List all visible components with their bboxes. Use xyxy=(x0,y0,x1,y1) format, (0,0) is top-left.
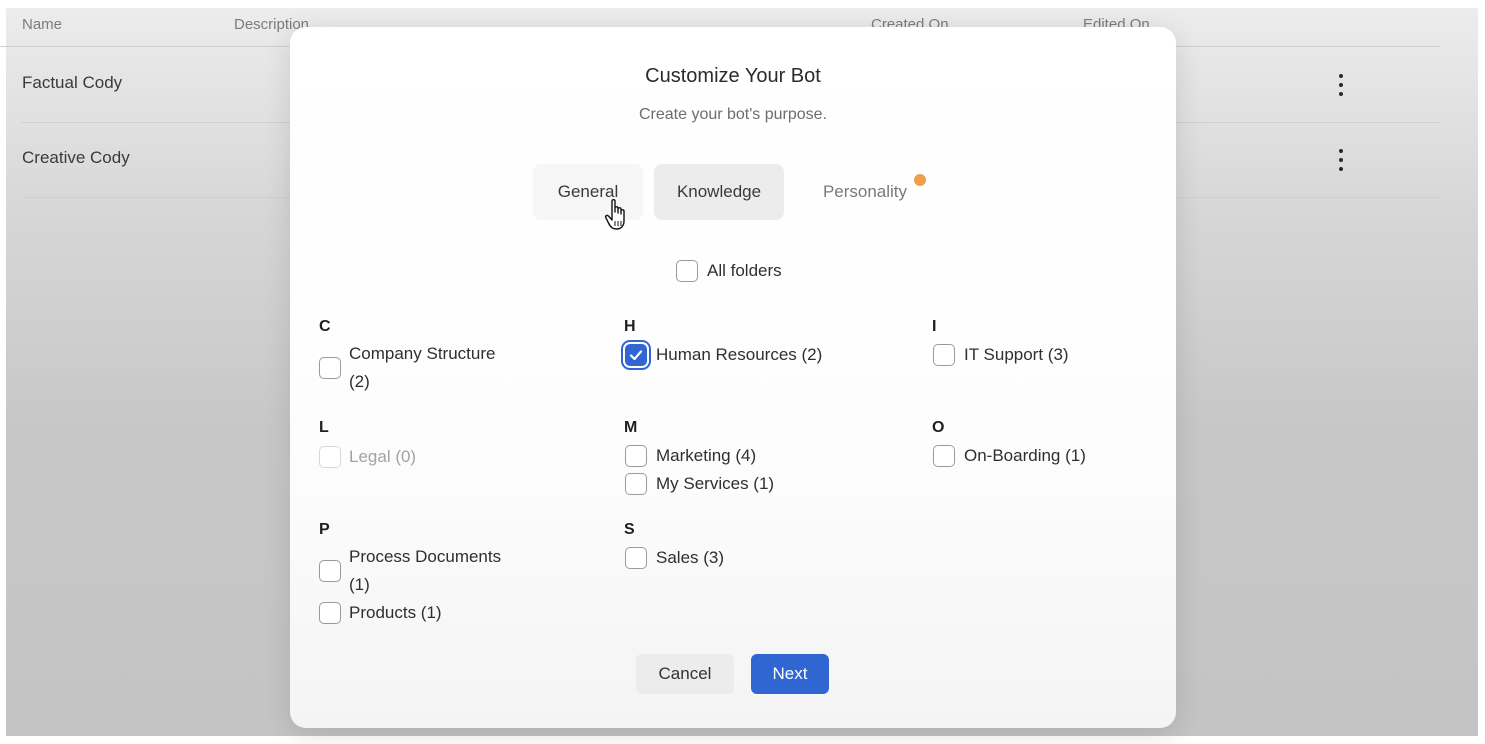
next-button[interactable]: Next xyxy=(751,654,829,694)
group-letter-o: O xyxy=(932,419,945,436)
page: Name Description Created On Edited On Fa… xyxy=(0,0,1485,744)
folder-label-on-boarding: On-Boarding (1) xyxy=(964,446,1086,465)
more-vertical-icon[interactable] xyxy=(1329,149,1353,171)
group-letter-i: I xyxy=(932,318,937,335)
tab-knowledge[interactable]: Knowledge xyxy=(654,164,784,220)
folder-checkbox-marketing[interactable] xyxy=(625,445,647,467)
folder-label-products: Products (1) xyxy=(349,603,442,622)
bot-name: Creative Cody xyxy=(22,148,130,167)
cancel-button[interactable]: Cancel xyxy=(636,654,734,694)
folder-checkbox-my-services[interactable] xyxy=(625,473,647,495)
folder-label-process-documents-count: (1) xyxy=(349,575,370,594)
customize-bot-dialog: Customize Your Bot Create your bot's pur… xyxy=(290,27,1176,728)
folder-label-process-documents: Process Documents xyxy=(349,547,502,566)
group-letter-s: S xyxy=(624,521,635,538)
group-letter-c: C xyxy=(319,318,331,335)
dialog-subtitle: Create your bot's purpose. xyxy=(638,106,828,123)
folder-checkbox-products[interactable] xyxy=(319,602,341,624)
check-icon xyxy=(629,350,643,361)
more-vertical-icon[interactable] xyxy=(1329,74,1353,96)
column-header-name[interactable]: Name xyxy=(22,16,62,33)
folder-label-my-services: My Services (1) xyxy=(656,474,775,493)
hand-pointer-icon xyxy=(604,199,625,230)
folder-checkbox-legal xyxy=(319,446,341,468)
group-letter-p: P xyxy=(319,521,330,538)
folder-checkbox-company-structure[interactable] xyxy=(319,357,341,379)
bot-name: Factual Cody xyxy=(22,73,123,92)
folder-label-human-resources: Human Resources (2) xyxy=(656,345,823,364)
folder-checkbox-sales[interactable] xyxy=(625,547,647,569)
folder-checkbox-human-resources[interactable] xyxy=(625,344,647,366)
folder-checkbox-process-documents[interactable] xyxy=(319,560,341,582)
group-letter-l: L xyxy=(319,419,329,436)
folder-label-company-structure-count: (2) xyxy=(349,372,370,391)
folder-checkbox-it-support[interactable] xyxy=(933,344,955,366)
all-folders-label: All folders xyxy=(707,261,782,280)
folder-label-legal: Legal (0) xyxy=(349,447,417,466)
folder-label-company-structure: Company Structure xyxy=(349,344,496,363)
folder-label-it-support: IT Support (3) xyxy=(964,345,1069,364)
group-letter-h: H xyxy=(624,318,636,335)
folder-label-sales: Sales (3) xyxy=(656,548,725,567)
group-letter-m: M xyxy=(624,419,638,436)
notification-badge xyxy=(914,174,926,186)
folder-label-marketing: Marketing (4) xyxy=(656,446,757,465)
all-folders-checkbox[interactable] xyxy=(676,260,698,282)
tab-personality[interactable]: Personality xyxy=(810,164,920,220)
folder-checkbox-on-boarding[interactable] xyxy=(933,445,955,467)
dialog-title: Customize Your Bot xyxy=(645,65,821,87)
